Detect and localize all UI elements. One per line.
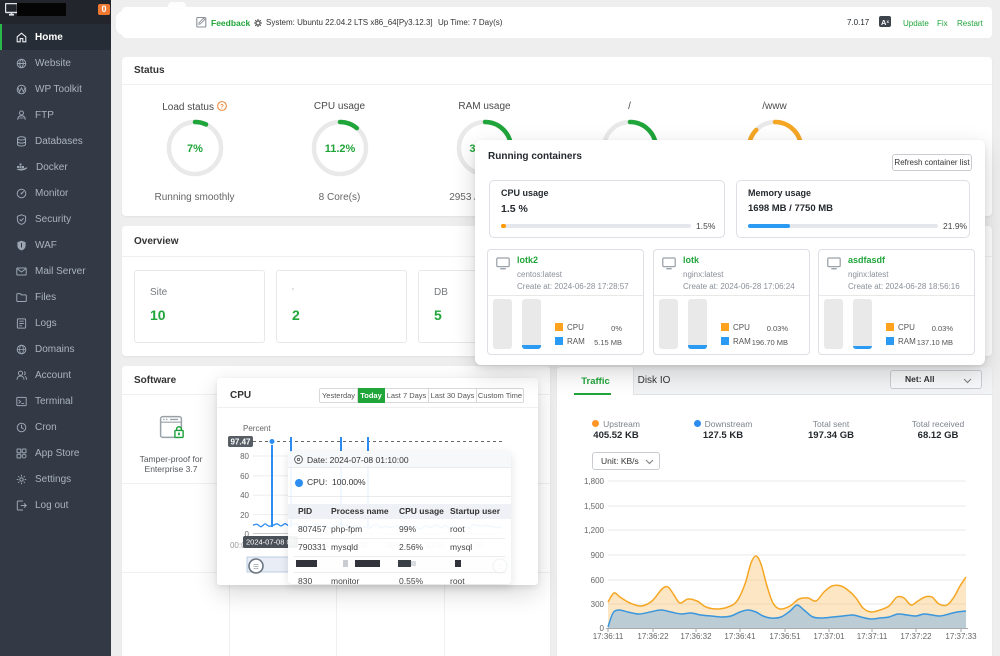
svg-text:17:37:11: 17:37:11 — [857, 632, 888, 641]
svg-text:11.2%: 11.2% — [324, 143, 355, 155]
svg-text:97.47: 97.47 — [230, 438, 251, 447]
svg-text:Percent: Percent — [243, 424, 271, 433]
svg-text:20: 20 — [240, 511, 249, 520]
svg-text:300: 300 — [591, 600, 605, 609]
svg-text:17:37:01: 17:37:01 — [813, 632, 845, 641]
svg-text:17:36:11: 17:36:11 — [593, 632, 624, 641]
svg-text:80: 80 — [240, 452, 249, 461]
svg-text:?: ? — [220, 103, 224, 110]
svg-text:600: 600 — [591, 576, 605, 585]
svg-text:40: 40 — [240, 491, 249, 500]
svg-text:900: 900 — [591, 551, 605, 560]
svg-text:1,800: 1,800 — [584, 477, 605, 486]
svg-text:17:37:33: 17:37:33 — [945, 632, 977, 641]
svg-text:1,200: 1,200 — [584, 526, 605, 535]
svg-text:17:36:41: 17:36:41 — [724, 632, 756, 641]
svg-text:1,500: 1,500 — [584, 502, 605, 511]
svg-text:17:37:22: 17:37:22 — [900, 632, 932, 641]
svg-text:60: 60 — [240, 472, 249, 481]
svg-text:17:36:51: 17:36:51 — [769, 632, 801, 641]
svg-text:17:36:32: 17:36:32 — [680, 632, 712, 641]
svg-text:7%: 7% — [187, 143, 203, 155]
svg-text:17:36:22: 17:36:22 — [637, 632, 669, 641]
